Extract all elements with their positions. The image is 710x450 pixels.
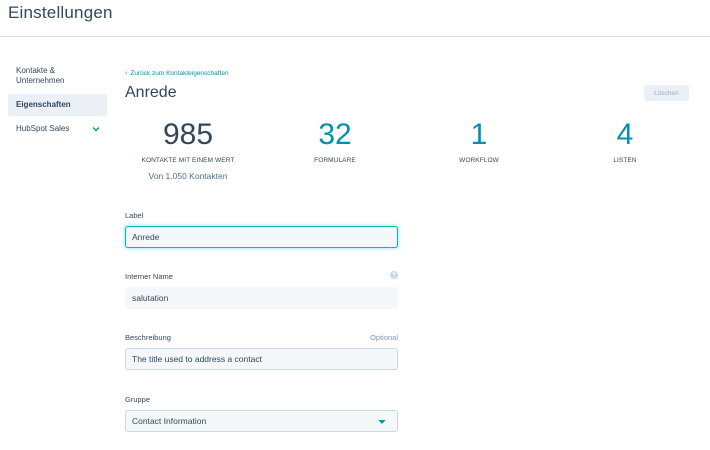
caret-down-icon[interactable] [378,419,386,425]
page-header: Einstellungen [0,0,710,37]
stat-value[interactable]: 1 [444,118,514,152]
sidebar-item-properties[interactable]: Eigenschaften [8,94,107,116]
stat-label: WORKFLOW [459,157,499,164]
back-link-label: Zurück zum Kontakteigenschaften [130,70,229,77]
back-to-properties-link[interactable]: ‹ Zurück zum Kontakteigenschaften [125,70,229,77]
stat-label: LISTEN [613,157,637,164]
description-label: Beschreibung [125,333,171,342]
stat-value[interactable]: 4 [590,118,660,152]
stat-label: FORMULARE [314,157,356,164]
description-input[interactable] [125,348,398,370]
stat-label: KONTAKTE MIT EINEM WERT [141,157,235,164]
sidebar-item-hubspot-sales[interactable]: HubSpot Sales [8,116,107,138]
sidebar-item-contacts-companies[interactable]: Kontakte & Unternehmen [8,62,107,92]
sidebar-item-label: HubSpot Sales [16,124,70,133]
stat-subtext: Von 1.050 Kontakten [148,171,228,181]
internal-name-label: Interner Name [125,272,173,281]
settings-sidebar: Kontakte & Unternehmen Eigenschaften Hub… [8,62,107,138]
group-select[interactable]: Contact Information [125,410,398,432]
stat-value[interactable]: 32 [300,118,370,152]
help-icon[interactable] [390,271,398,279]
property-title: Anrede [125,84,177,101]
group-select-value: Contact Information [132,416,207,426]
page-title: Einstellungen [8,3,113,22]
stat-contacts-with-value: 985 KONTAKTE MIT EINEM WERT Von 1.050 Ko… [128,118,248,181]
delete-button[interactable]: Löschen [644,85,689,101]
group-label: Gruppe [125,395,151,404]
stat-forms[interactable]: 32 FORMULARE [300,118,370,164]
label-input[interactable] [125,226,398,248]
stat-value: 985 [162,118,214,151]
stat-lists[interactable]: 4 LISTEN [590,118,660,164]
chevron-left-icon: ‹ [125,70,128,77]
internal-name-field: salutation [125,287,398,309]
label-field-label: Label [125,211,144,220]
optional-hint: Optional [370,333,398,342]
stat-workflows[interactable]: 1 WORKFLOW [444,118,514,164]
chevron-down-icon [92,127,100,132]
